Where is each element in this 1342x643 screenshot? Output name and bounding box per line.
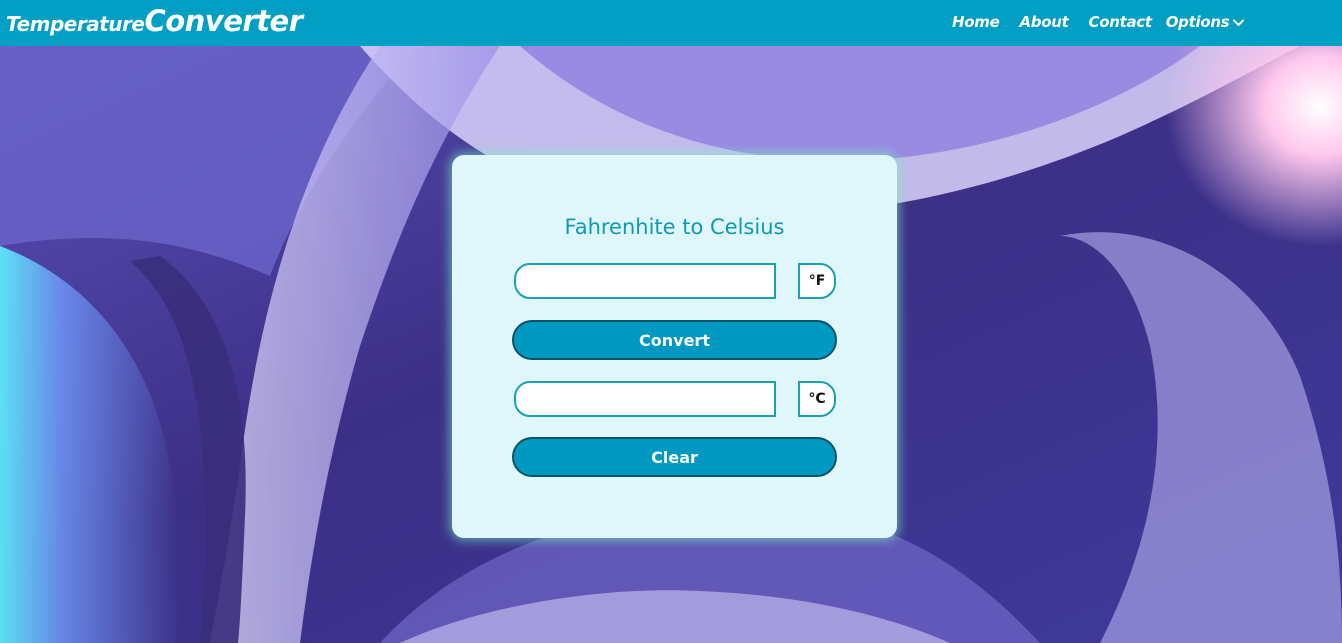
fahrenheit-input[interactable] bbox=[514, 263, 776, 299]
chevron-down-icon bbox=[1233, 13, 1245, 31]
brand-part-converter: Converter bbox=[144, 4, 303, 38]
converter-title: Fahrenhite to Celsius bbox=[564, 215, 785, 239]
clear-button[interactable]: Clear bbox=[512, 437, 837, 477]
brand-part-temperature: Temperature bbox=[6, 12, 145, 36]
nav-contact-link[interactable]: Contact bbox=[1088, 13, 1152, 31]
nav-options-dropdown[interactable]: Options bbox=[1166, 12, 1245, 31]
nav-about-link[interactable]: About bbox=[1019, 13, 1068, 31]
navbar: TemperatureConverter Home About Contact … bbox=[0, 0, 1342, 46]
nav-home-link[interactable]: Home bbox=[952, 13, 1000, 31]
converter-card: Fahrenhite to Celsius °F Convert °C Clea… bbox=[452, 155, 897, 538]
nav-menu: Home About Contact Options bbox=[952, 12, 1245, 31]
nav-options-label: Options bbox=[1165, 12, 1230, 31]
brand-logo[interactable]: TemperatureConverter bbox=[6, 4, 303, 38]
celsius-input[interactable] bbox=[514, 381, 776, 417]
celsius-unit-label: °C bbox=[798, 381, 836, 417]
convert-button[interactable]: Convert bbox=[512, 320, 837, 360]
page: TemperatureConverter Home About Contact … bbox=[0, 0, 1342, 643]
fahrenheit-unit-label: °F bbox=[798, 263, 836, 299]
